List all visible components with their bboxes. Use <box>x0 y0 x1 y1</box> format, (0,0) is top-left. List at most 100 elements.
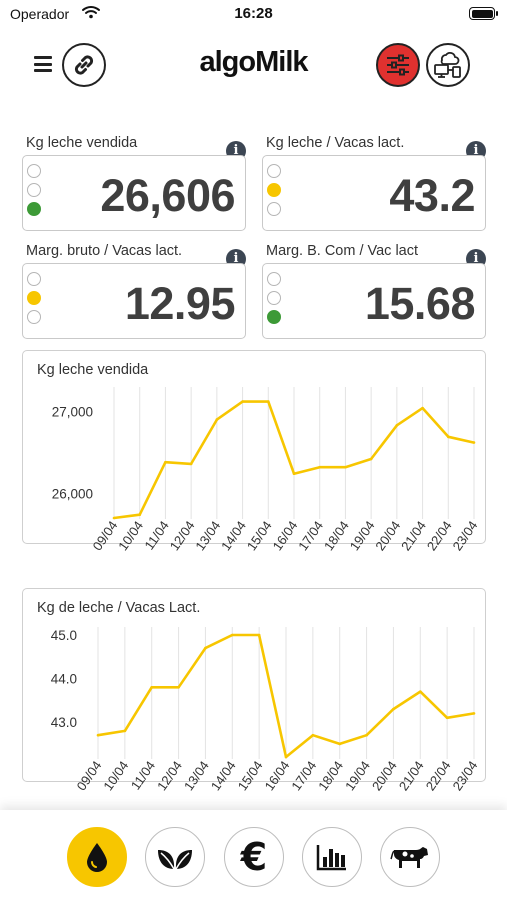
kpi-value: 15.68 <box>364 278 476 329</box>
kpi-card-kg-leche-vendida: Kg leche vendida i 26,606 <box>22 135 246 235</box>
kpi-card-kg-leche-vacas: Kg leche / Vacas lact. i 43.2 <box>262 135 486 235</box>
light-yellow <box>267 183 281 197</box>
x-tick-label: 19/04 <box>347 518 378 553</box>
x-tick-label: 20/04 <box>369 758 400 793</box>
data-point <box>445 716 449 720</box>
nav-herd-button[interactable] <box>380 827 440 887</box>
line-chart: 45.0 44.0 43.0 09/0410/0411/0412/0413/0414/… <box>51 627 481 793</box>
kpi-box: 43.2 <box>262 155 486 231</box>
traffic-light <box>267 272 281 329</box>
data-point <box>123 729 127 733</box>
data-point <box>292 472 296 476</box>
filter-settings-button[interactable] <box>376 43 420 87</box>
data-point <box>138 513 142 517</box>
x-tick-label: 12/04 <box>167 518 198 553</box>
x-tick-label: 18/04 <box>321 518 352 553</box>
cloud-sync-button[interactable] <box>426 43 470 87</box>
data-point <box>369 457 373 461</box>
bottom-navigation: € <box>0 810 507 900</box>
light-off <box>267 202 281 216</box>
x-tick-label: 16/04 <box>262 758 293 793</box>
light-yellow <box>27 291 41 305</box>
x-tick-label: 13/04 <box>181 758 212 793</box>
light-off <box>27 164 41 178</box>
light-off <box>267 272 281 286</box>
x-tick-label: 11/04 <box>141 518 171 552</box>
bar-chart-icon <box>316 845 346 871</box>
data-point <box>472 712 476 715</box>
nav-stats-button[interactable] <box>302 827 362 887</box>
x-tick-label: 22/04 <box>423 758 454 793</box>
nav-milk-button[interactable] <box>67 827 127 887</box>
data-point <box>266 400 270 403</box>
battery-icon <box>469 7 498 20</box>
x-tick-label: 12/04 <box>154 758 185 793</box>
x-tick-label: 09/04 <box>90 518 121 553</box>
nav-feed-button[interactable] <box>145 827 205 887</box>
x-tick-label: 19/04 <box>342 758 373 793</box>
x-tick-label: 11/04 <box>128 758 158 792</box>
data-point <box>344 465 347 469</box>
data-point <box>365 733 368 737</box>
leaf-icon <box>158 850 192 870</box>
x-tick-label: 22/04 <box>424 518 455 553</box>
data-point <box>418 690 422 693</box>
kpi-value: 43.2 <box>389 170 475 221</box>
light-off <box>27 272 41 286</box>
data-point <box>472 441 476 444</box>
kpi-label: Kg leche / Vacas lact. <box>266 135 405 151</box>
traffic-light <box>27 272 41 329</box>
data-point <box>421 406 424 410</box>
data-point <box>257 633 261 637</box>
app-header: algoMilk <box>0 40 507 92</box>
light-off <box>27 183 41 197</box>
traffic-light <box>27 164 41 221</box>
data-point <box>215 418 219 421</box>
x-tick-label: 15/04 <box>244 518 275 553</box>
x-tick-label: 15/04 <box>235 758 266 793</box>
euro-icon: € <box>240 835 268 879</box>
x-tick-label: 10/04 <box>100 758 131 793</box>
x-tick-label: 21/04 <box>396 758 427 793</box>
light-off <box>27 310 41 324</box>
x-tick-label: 18/04 <box>315 758 346 793</box>
x-tick-label: 10/04 <box>115 518 146 553</box>
x-tick-label: 23/04 <box>450 518 481 553</box>
data-point <box>338 742 342 746</box>
data-point <box>164 460 167 464</box>
nav-economics-button[interactable]: € <box>224 827 284 887</box>
y-tick-label: 26,000 <box>52 486 93 501</box>
data-point <box>230 633 234 637</box>
sliders-icon <box>387 54 409 76</box>
kpi-box: 12.95 <box>22 263 246 339</box>
light-green <box>267 310 281 324</box>
x-tick-label: 16/04 <box>270 518 301 553</box>
clock: 16:28 <box>234 5 273 22</box>
data-point <box>150 685 154 689</box>
data-point <box>177 685 180 689</box>
kpi-label: Kg leche vendida <box>26 135 138 151</box>
chart-card-kg-leche-vacas: Kg de leche / Vacas Lact. 45.0 44.0 43.0 09… <box>22 588 486 793</box>
kpi-box: 26,606 <box>22 155 246 231</box>
y-tick-label: 44.0 <box>51 672 77 687</box>
x-tick-label: 14/04 <box>208 758 239 793</box>
traffic-light <box>267 164 281 221</box>
cloud-devices-icon <box>434 52 461 78</box>
x-tick-label: 17/04 <box>295 518 326 553</box>
x-tick-label: 17/04 <box>288 758 319 793</box>
light-green <box>27 202 41 216</box>
kpi-value: 12.95 <box>124 278 236 329</box>
data-point <box>241 400 244 403</box>
data-point <box>311 733 315 737</box>
kpi-card-marg-bruto: Marg. bruto / Vacas lact. i 12.95 <box>22 243 246 343</box>
data-point <box>318 465 322 469</box>
data-point <box>392 707 395 711</box>
chart-card-kg-leche-vendida: Kg leche vendida 27,000 26,000 09/04 10/04 1… <box>22 350 486 553</box>
kpi-label: Marg. B. Com / Vac lact <box>266 243 419 259</box>
data-point <box>112 516 116 520</box>
data-point <box>204 646 207 650</box>
data-point <box>395 424 399 427</box>
light-off <box>267 164 281 178</box>
x-tick-label: 23/04 <box>450 758 481 793</box>
data-point <box>446 435 450 439</box>
